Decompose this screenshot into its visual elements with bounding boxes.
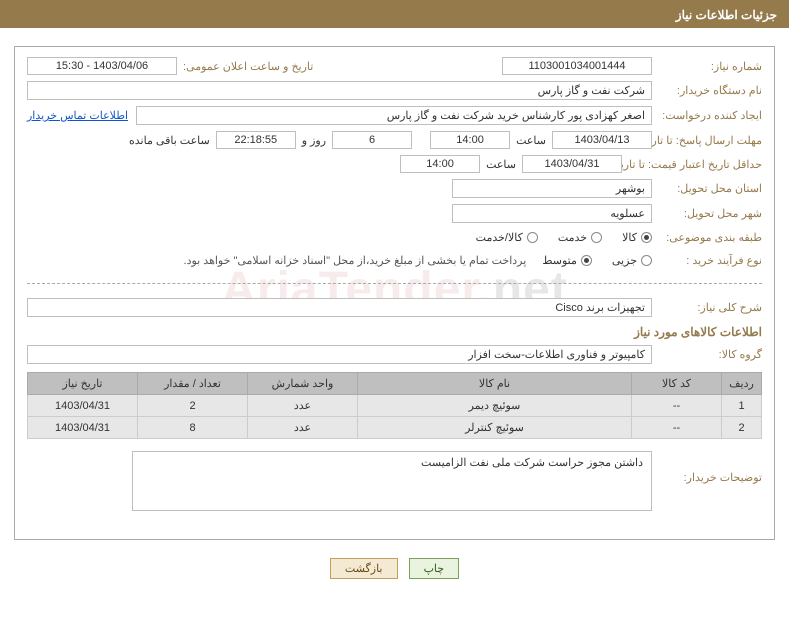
cell-row: 1 xyxy=(722,395,762,417)
row-province: استان محل تحویل: بوشهر xyxy=(27,179,762,198)
radio-icon xyxy=(591,232,602,243)
deadline-time-value: 14:00 xyxy=(430,131,510,149)
print-button[interactable]: چاپ xyxy=(409,558,460,579)
days-remaining-value: 6 xyxy=(332,131,412,149)
province-label: استان محل تحویل: xyxy=(652,180,762,197)
th-unit: واحد شمارش xyxy=(248,373,358,395)
validity-date-value: 1403/04/31 xyxy=(522,155,622,173)
time-remaining-value: 22:18:55 xyxy=(216,131,296,149)
content: شماره نیاز: 1103001034001444 تاریخ و ساع… xyxy=(0,28,789,593)
requester-value: اصغر کهزادی پور کارشناس خرید شرکت نفت و … xyxy=(136,106,652,125)
deadline-date-value: 1403/04/13 xyxy=(552,131,652,149)
radio-medium[interactable]: متوسط xyxy=(542,254,592,267)
cell-name: سوئیچ کنترلر xyxy=(358,417,632,439)
cell-unit: عدد xyxy=(248,417,358,439)
goods-info-title: اطلاعات کالاهای مورد نیاز xyxy=(27,325,762,339)
row-need-number: شماره نیاز: 1103001034001444 تاریخ و ساع… xyxy=(27,57,762,75)
radio-service[interactable]: خدمت xyxy=(558,231,602,244)
deadline-label: مهلت ارسال پاسخ: تا تاریخ: xyxy=(652,132,762,149)
row-deadline: مهلت ارسال پاسخ: تا تاریخ: 1403/04/13 سا… xyxy=(27,131,762,149)
radio-icon xyxy=(641,232,652,243)
row-requester: ایجاد کننده درخواست: اصغر کهزادی پور کار… xyxy=(27,106,762,125)
description-value: تجهیزات برند Cisco xyxy=(27,298,652,317)
window: جزئیات اطلاعات نیاز AriaTender.net شماره… xyxy=(0,0,789,620)
hour-word-1: ساعت xyxy=(516,134,546,147)
need-number-label: شماره نیاز: xyxy=(652,58,762,75)
th-code: کد کالا xyxy=(632,373,722,395)
buyer-notes-label: توضیحات خریدار: xyxy=(652,451,762,486)
city-label: شهر محل تحویل: xyxy=(652,205,762,222)
row-description: شرح کلی نیاز: تجهیزات برند Cisco xyxy=(27,298,762,317)
th-date: تاریخ نیاز xyxy=(28,373,138,395)
cell-date: 1403/04/31 xyxy=(28,395,138,417)
city-value: عسلویه xyxy=(452,204,652,223)
cell-code: -- xyxy=(632,395,722,417)
goods-table: ردیف کد کالا نام کالا واحد شمارش تعداد /… xyxy=(27,372,762,439)
table-row: 1 -- سوئیچ دیمر عدد 2 1403/04/31 xyxy=(28,395,762,417)
th-qty: تعداد / مقدار xyxy=(138,373,248,395)
validity-time-value: 14:00 xyxy=(400,155,480,173)
process-label: نوع فرآیند خرید : xyxy=(652,252,762,269)
radio-icon xyxy=(641,255,652,266)
row-city: شهر محل تحویل: عسلویه xyxy=(27,204,762,223)
category-label: طبقه بندی موضوعی: xyxy=(652,229,762,246)
province-value: بوشهر xyxy=(452,179,652,198)
details-panel: شماره نیاز: 1103001034001444 تاریخ و ساع… xyxy=(14,46,775,540)
cell-qty: 2 xyxy=(138,395,248,417)
cell-qty: 8 xyxy=(138,417,248,439)
table-header-row: ردیف کد کالا نام کالا واحد شمارش تعداد /… xyxy=(28,373,762,395)
row-goods-group: گروه کالا: کامپیوتر و فناوری اطلاعات-سخت… xyxy=(27,345,762,364)
cell-unit: عدد xyxy=(248,395,358,417)
header-title: جزئیات اطلاعات نیاز xyxy=(676,8,777,22)
row-buyer-notes: توضیحات خریدار: داشتن مجوز حراست شرکت مل… xyxy=(27,451,762,511)
process-radio-group: جزیی متوسط xyxy=(542,254,652,267)
row-process: نوع فرآیند خرید : جزیی متوسط پرداخت تمام… xyxy=(27,252,762,269)
remaining-word: ساعت باقی مانده xyxy=(129,134,210,147)
button-bar: چاپ بازگشت xyxy=(14,558,775,579)
cell-row: 2 xyxy=(722,417,762,439)
cell-code: -- xyxy=(632,417,722,439)
contact-link[interactable]: اطلاعات تماس خریدار xyxy=(27,109,128,122)
goods-group-label: گروه کالا: xyxy=(652,346,762,363)
requester-label: ایجاد کننده درخواست: xyxy=(652,107,762,124)
days-word: روز و xyxy=(302,134,326,147)
radio-goods-service[interactable]: کالا/خدمت xyxy=(476,231,538,244)
cell-date: 1403/04/31 xyxy=(28,417,138,439)
cell-name: سوئیچ دیمر xyxy=(358,395,632,417)
description-label: شرح کلی نیاز: xyxy=(652,299,762,316)
radio-partial[interactable]: جزیی xyxy=(612,254,652,267)
radio-goods[interactable]: کالا xyxy=(622,231,652,244)
row-validity: حداقل تاریخ اعتبار قیمت: تا تاریخ: 1403/… xyxy=(27,155,762,173)
hour-word-2: ساعت xyxy=(486,158,516,171)
category-radio-group: کالا خدمت کالا/خدمت xyxy=(476,231,652,244)
radio-icon xyxy=(527,232,538,243)
need-number-value: 1103001034001444 xyxy=(502,57,652,75)
radio-icon xyxy=(581,255,592,266)
buyer-org-label: نام دستگاه خریدار: xyxy=(652,82,762,99)
th-row: ردیف xyxy=(722,373,762,395)
row-buyer-org: نام دستگاه خریدار: شرکت نفت و گاز پارس xyxy=(27,81,762,100)
table-row: 2 -- سوئیچ کنترلر عدد 8 1403/04/31 xyxy=(28,417,762,439)
process-note: پرداخت تمام یا بخشی از مبلغ خرید،از محل … xyxy=(184,254,527,267)
announce-datetime-label: تاریخ و ساعت اعلان عمومی: xyxy=(183,58,313,75)
validity-label: حداقل تاریخ اعتبار قیمت: تا تاریخ: xyxy=(622,156,762,173)
divider-1 xyxy=(27,283,762,284)
row-category: طبقه بندی موضوعی: کالا خدمت کالا/خدمت xyxy=(27,229,762,246)
buyer-org-value: شرکت نفت و گاز پارس xyxy=(27,81,652,100)
announce-datetime-value: 1403/04/06 - 15:30 xyxy=(27,57,177,75)
goods-group-value: کامپیوتر و فناوری اطلاعات-سخت افزار xyxy=(27,345,652,364)
back-button[interactable]: بازگشت xyxy=(330,558,398,579)
th-name: نام کالا xyxy=(358,373,632,395)
buyer-notes-value: داشتن مجوز حراست شرکت ملی نفت الزامیست xyxy=(132,451,652,511)
header-bar: جزئیات اطلاعات نیاز xyxy=(0,2,789,28)
